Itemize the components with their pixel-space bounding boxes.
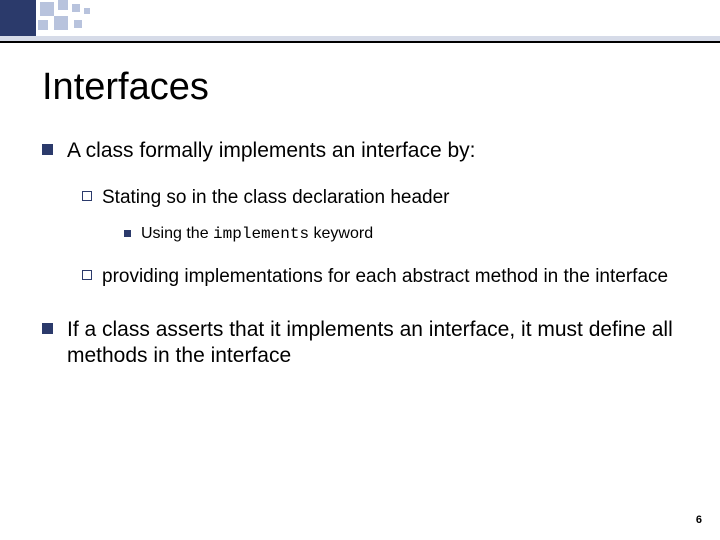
bullet-text: providing implementations for each abstr… <box>102 265 668 289</box>
bullet-level3: Using the implements keyword <box>124 224 682 245</box>
bullet-level2: providing implementations for each abstr… <box>82 265 682 289</box>
slide-body: A class formally implements an interface… <box>42 138 682 391</box>
text-before-code: Using the <box>141 225 213 242</box>
slide-header-decoration <box>0 0 720 42</box>
header-dark-square <box>0 0 36 36</box>
slide-title: Interfaces <box>42 66 209 109</box>
hollow-square-bullet-icon <box>82 191 92 201</box>
square-bullet-icon <box>42 323 53 334</box>
hollow-square-bullet-icon <box>82 270 92 280</box>
bullet-text: Stating so in the class declaration head… <box>102 186 450 210</box>
code-keyword: implements <box>213 225 309 243</box>
bullet-level1: If a class asserts that it implements an… <box>42 317 682 370</box>
header-grid-pattern <box>36 0 124 36</box>
bullet-level2: Stating so in the class declaration head… <box>82 186 682 210</box>
text-after-code: keyword <box>309 225 373 242</box>
spacer <box>42 303 682 317</box>
bullet-text: A class formally implements an interface… <box>67 138 476 164</box>
square-bullet-icon <box>42 144 53 155</box>
bullet-text: If a class asserts that it implements an… <box>67 317 682 370</box>
small-square-bullet-icon <box>124 230 131 237</box>
bullet-text: Using the implements keyword <box>141 224 373 245</box>
page-number: 6 <box>696 514 702 526</box>
header-divider-line <box>0 41 720 43</box>
bullet-level1: A class formally implements an interface… <box>42 138 682 164</box>
